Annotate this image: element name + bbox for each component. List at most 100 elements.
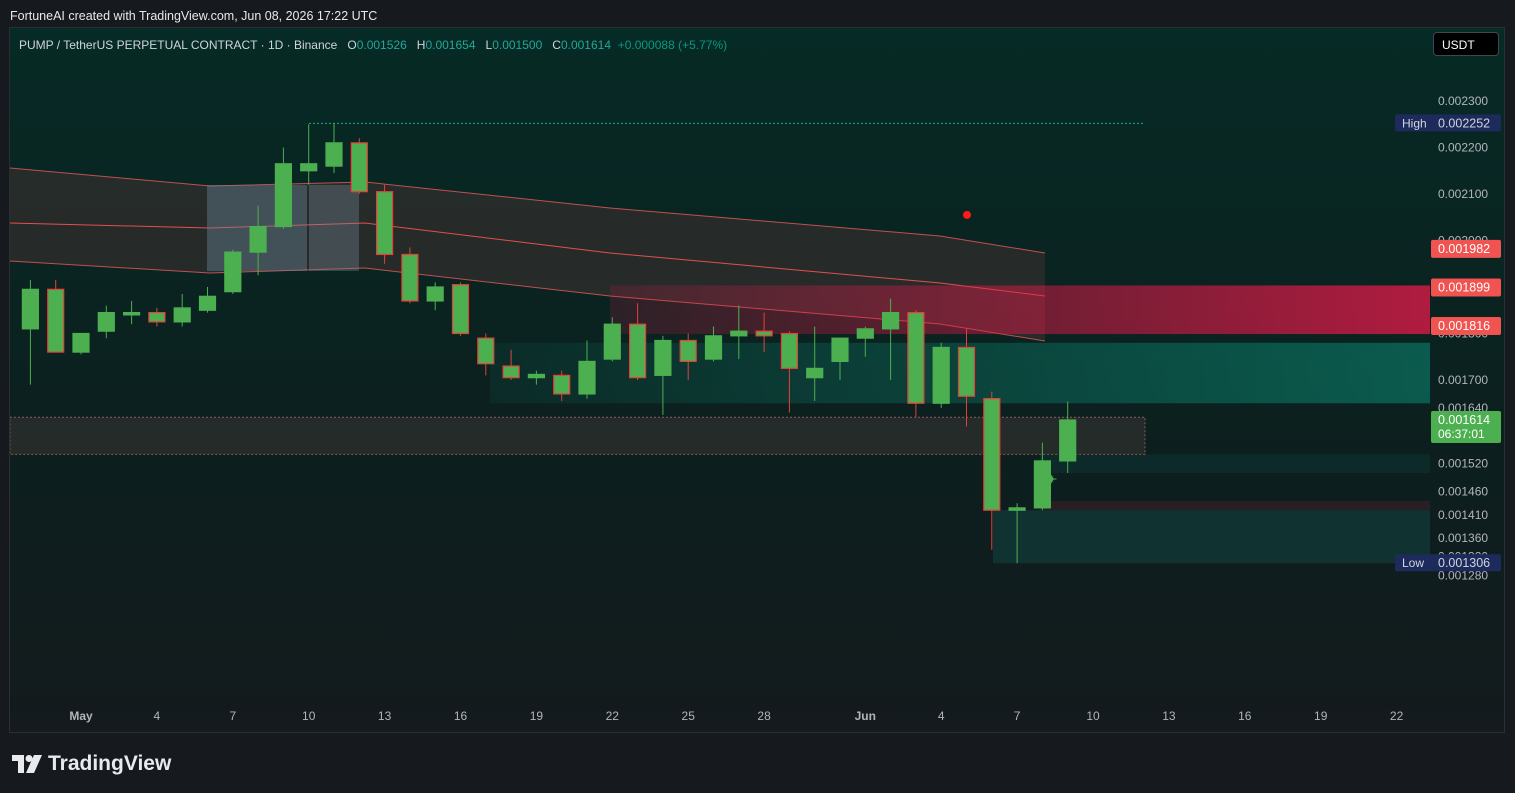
green-zone-low — [993, 510, 1430, 564]
candle-body-36 — [932, 346, 950, 404]
open-value: 0.001526 — [356, 38, 407, 52]
x-tick-label: 7 — [1014, 709, 1021, 723]
candle-body-4 — [122, 311, 141, 316]
candle-body-14 — [376, 191, 394, 256]
candle-body-30 — [780, 332, 799, 369]
y-tick-label: 0.002300 — [1438, 94, 1488, 108]
close-value: 0.001614 — [560, 38, 612, 52]
low-value: 0.001500 — [492, 38, 543, 52]
currency-button[interactable]: USDT — [1433, 32, 1499, 56]
x-tick-label: 10 — [1086, 709, 1100, 723]
brand-name: TradingView — [48, 752, 172, 775]
x-tick-label: 19 — [1314, 709, 1328, 723]
candle-body-17 — [451, 284, 470, 335]
green-zone-small — [1040, 454, 1430, 473]
candle-body-26 — [679, 339, 697, 363]
candle-body-13 — [350, 142, 368, 193]
x-tick-label: 22 — [1390, 709, 1404, 723]
high-value-text: 0.002252 — [1438, 116, 1490, 130]
tradingview-logo[interactable]: TradingView — [12, 752, 171, 776]
candle-body-15 — [401, 253, 419, 302]
y-tick-label: 0.001460 — [1438, 485, 1488, 499]
red-liquidity-zone — [610, 285, 1430, 335]
candle-body-20 — [527, 373, 546, 379]
price-label-text: 0.001816 — [1438, 319, 1490, 333]
low-value-text: 0.001306 — [1438, 556, 1490, 570]
y-tick-label: 0.001360 — [1438, 531, 1488, 545]
countdown-label: 06:37:01 — [1438, 427, 1485, 441]
attribution-text: FortuneAI created with TradingView.com, … — [10, 9, 378, 23]
y-tick-label: 0.001700 — [1438, 373, 1488, 387]
candle-body-24 — [628, 323, 647, 379]
candle-body-11 — [300, 163, 318, 172]
bearish-zone-small — [1040, 500, 1430, 511]
rocket-icon: ✈ — [1045, 471, 1058, 489]
x-tick-label: 7 — [229, 709, 236, 723]
highlight-box-2 — [309, 185, 359, 271]
candle-body-27 — [704, 335, 723, 360]
candle-body-12 — [325, 142, 343, 167]
candle-body-19 — [502, 365, 520, 379]
y-tick-label: 0.001520 — [1438, 457, 1488, 471]
y-tick-label: 0.002200 — [1438, 141, 1488, 155]
symbol-title[interactable]: PUMP / TetherUS PERPETUAL CONTRACT · 1D … — [19, 38, 337, 52]
candle-body-31 — [806, 367, 824, 379]
x-tick-label: 4 — [938, 709, 945, 723]
candle-body-6 — [173, 307, 191, 323]
signal-dot — [963, 210, 971, 219]
price-label-text: 0.001982 — [1438, 242, 1490, 256]
candle-body-16 — [426, 286, 444, 302]
candle-body-37 — [957, 346, 976, 397]
candle-body-22 — [578, 360, 596, 395]
candle-body-32 — [831, 337, 849, 362]
x-tick-label: 25 — [682, 709, 696, 723]
x-tick-label: 13 — [1162, 709, 1176, 723]
tradingview-logo-icon — [12, 755, 42, 773]
change-value: +0.000088 (+5.77%) — [617, 38, 728, 52]
candle-body-7 — [198, 295, 217, 311]
candle-body-1 — [47, 288, 65, 353]
candle-body-3 — [97, 311, 115, 332]
price-label-text: 0.001614 — [1438, 413, 1490, 427]
candle-body-5 — [148, 311, 166, 323]
candle-body-38 — [983, 398, 1001, 511]
x-tick-label: 13 — [378, 709, 392, 723]
candle-body-18 — [477, 337, 495, 365]
price-label-text: 0.001899 — [1438, 280, 1490, 294]
candle-body-41 — [1059, 419, 1077, 462]
high-value: 0.001654 — [425, 38, 476, 52]
candle-body-25 — [654, 339, 672, 376]
chart-frame[interactable]: ✈0.0023000.0022000.0021000.0020000.00180… — [9, 27, 1505, 733]
candle-body-28 — [730, 330, 748, 337]
candle-body-10 — [274, 163, 292, 228]
x-tick-label: 4 — [154, 709, 161, 723]
candle-body-39 — [1008, 507, 1026, 511]
x-tick-label: 10 — [302, 709, 316, 723]
close-label: C — [552, 38, 561, 52]
candle-body-0 — [21, 288, 39, 330]
candle-body-34 — [881, 311, 900, 330]
candle-body-8 — [224, 251, 242, 293]
x-tick-label: May — [69, 709, 93, 723]
candle-body-23 — [603, 323, 621, 360]
high-label-text: High — [1402, 116, 1427, 130]
candle-body-33 — [856, 328, 874, 339]
x-tick-label: 16 — [1238, 709, 1252, 723]
candle-body-21 — [553, 374, 571, 395]
candle-body-29 — [755, 330, 773, 337]
candle-body-35 — [907, 311, 925, 404]
x-tick-label: Jun — [855, 709, 876, 723]
open-label: O — [347, 38, 357, 52]
x-tick-label: 19 — [530, 709, 544, 723]
candle-body-2 — [72, 332, 90, 353]
x-tick-label: 22 — [606, 709, 620, 723]
candle-body-9 — [249, 225, 267, 253]
candlestick-chart[interactable]: ✈0.0023000.0022000.0021000.0020000.00180… — [10, 28, 1505, 733]
symbol-legend: PUMP / TetherUS PERPETUAL CONTRACT · 1D … — [19, 38, 727, 52]
x-tick-label: 16 — [454, 709, 468, 723]
consolidation-zone — [10, 416, 1146, 455]
y-tick-label: 0.001410 — [1438, 508, 1488, 522]
low-label-text: Low — [1402, 556, 1424, 570]
x-tick-label: 28 — [757, 709, 771, 723]
y-tick-label: 0.002100 — [1438, 187, 1488, 201]
